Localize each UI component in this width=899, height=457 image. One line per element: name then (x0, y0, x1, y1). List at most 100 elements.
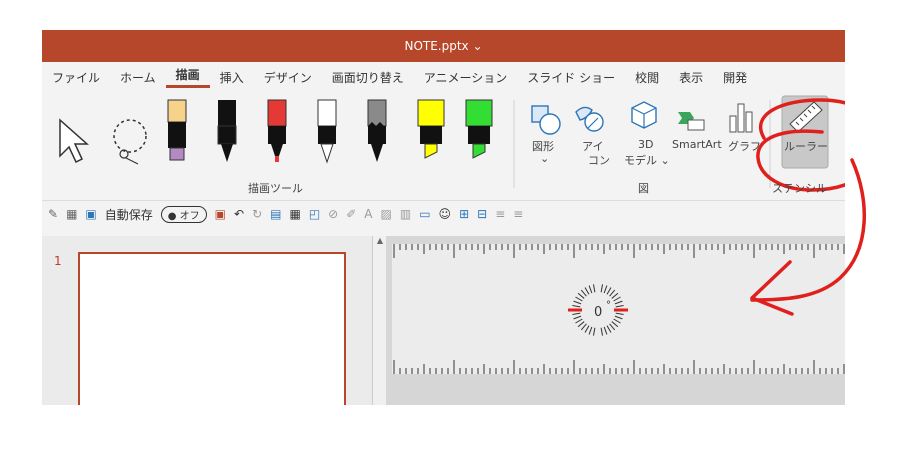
dial-tick (575, 318, 583, 324)
dial-tick (613, 296, 621, 302)
3d-label-2[interactable]: モデル ⌄ (624, 152, 670, 168)
document-title[interactable]: NOTE.pptx ⌄ (404, 39, 482, 53)
dial-tick (603, 326, 608, 335)
stencil-group-label: ステンシル (772, 182, 827, 195)
autosave-label: 自動保存 (104, 207, 153, 222)
dial-tick (584, 325, 590, 333)
dial-tick (609, 289, 616, 297)
dial-tick (577, 321, 585, 328)
highlighter-tan-pen[interactable] (167, 99, 187, 161)
yellow-highlighter[interactable] (417, 99, 445, 159)
icons-insert-icon[interactable] (575, 106, 604, 132)
thumbnail-scrollbar[interactable]: ▲ (372, 236, 387, 405)
autosave-toggle[interactable]: ● オフ (160, 205, 207, 223)
slide-canvas[interactable]: 0 ° (386, 236, 845, 405)
dial-tick (613, 318, 621, 324)
smartart-label: SmartArt (672, 138, 722, 151)
dial-tick (592, 327, 596, 336)
tab-transitions[interactable]: 画面切り替え (322, 69, 414, 86)
tab-review[interactable]: 校閲 (625, 69, 669, 86)
galaxy-pen[interactable] (367, 99, 387, 162)
dial-tick (573, 300, 582, 305)
table-insert-icon[interactable]: ▦ (289, 207, 300, 221)
align-center-icon[interactable]: ≡ (513, 207, 523, 221)
text-color-icon[interactable]: ✐ (346, 207, 356, 221)
screen-icon[interactable]: ▭ (419, 207, 430, 221)
tab-draw[interactable]: 描画 (165, 66, 210, 88)
red-pen[interactable] (267, 99, 287, 162)
lasso-select-icon[interactable] (113, 119, 147, 165)
shape-fill-icon[interactable]: ◰ (309, 207, 320, 221)
duplicate-slide-icon[interactable]: ⊟ (477, 207, 487, 221)
draw-tools-group-label: 描画ツール (248, 182, 303, 195)
slide-number: 1 (54, 254, 62, 268)
dial-tick (588, 285, 593, 294)
tab-slideshow[interactable]: スライド ショー (517, 69, 625, 86)
dial-tick (615, 312, 624, 316)
ribbon-tabs: ファイル ホーム 描画 挿入 デザイン 画面切り替え アニメーション スライド … (42, 62, 845, 92)
dial-tick (614, 300, 623, 305)
dial-tick (580, 289, 587, 297)
picture-icon[interactable]: ▣ (85, 207, 96, 221)
tab-animations[interactable]: アニメーション (414, 69, 518, 86)
dial-tick (603, 285, 608, 294)
autosave-state: オフ (179, 210, 200, 222)
redo-icon[interactable]: ↻ (252, 207, 262, 221)
white-pen[interactable] (317, 99, 337, 164)
tab-home[interactable]: ホーム (110, 69, 166, 86)
3d-label-1: 3D (638, 138, 654, 151)
ruler-label: ルーラー (784, 140, 828, 153)
select-arrow-icon[interactable] (59, 118, 89, 164)
dial-tick (573, 315, 582, 320)
ribbon: 図形 ⌄ アイ コン 3D モデル ⌄ SmartArt グラフ ルーラー 描画… (42, 92, 845, 201)
ruler-tool[interactable]: 0 ° (392, 244, 845, 374)
palette-icon[interactable]: ☺ (439, 207, 452, 221)
tab-design[interactable]: デザイン (254, 69, 322, 86)
work-area: 1 ▲ 0 ° (42, 236, 845, 405)
3d-model-icon[interactable] (631, 101, 657, 129)
format-painter-icon[interactable]: ✎ (48, 207, 58, 221)
dial-tick (609, 323, 616, 331)
scroll-up-icon[interactable]: ▲ (373, 236, 387, 245)
title-bar[interactable]: NOTE.pptx ⌄ (42, 30, 845, 62)
tab-file[interactable]: ファイル (42, 69, 110, 86)
dial-tick (584, 287, 590, 295)
chart-icon[interactable] (729, 103, 753, 133)
font-color-icon[interactable]: A (364, 207, 372, 221)
slide-thumbnail[interactable] (78, 252, 346, 405)
green-highlighter[interactable] (465, 99, 493, 159)
arrange-icon[interactable]: ▥ (400, 207, 411, 221)
quick-access-toolbar: ✎ ▦ ▣ 自動保存 ● オフ ▣ ↶ ↻ ▤ ▦ ◰ ⊘ ✐ A ▨ ▥ ▭ … (42, 200, 845, 228)
dial-tick (606, 325, 612, 333)
slide-thumbnail-pane: 1 (42, 236, 372, 405)
shapes-icon[interactable] (531, 105, 561, 135)
powerpoint-window: NOTE.pptx ⌄ ファイル ホーム 描画 挿入 デザイン 画面切り替え ア… (42, 30, 845, 405)
dial-tick (592, 284, 596, 293)
black-pen[interactable] (217, 100, 237, 162)
textbox-icon[interactable]: ▤ (270, 207, 281, 221)
smartart-icon[interactable] (678, 112, 705, 131)
dial-tick (577, 292, 585, 299)
dial-tick (600, 284, 604, 293)
ruler-angle-text: 0 (594, 305, 602, 320)
dial-tick (600, 327, 604, 336)
dial-tick (615, 304, 624, 308)
image-icon[interactable]: ▨ (381, 207, 392, 221)
undo-icon[interactable]: ↶ (234, 207, 244, 221)
dial-tick (575, 296, 583, 302)
dial-tick (611, 292, 619, 299)
align-left-icon[interactable]: ≡ (495, 207, 505, 221)
tab-view[interactable]: 表示 (669, 69, 713, 86)
shape-outline-icon[interactable]: ⊘ (328, 207, 338, 221)
dial-tick (580, 323, 587, 331)
save-icon[interactable]: ▣ (215, 207, 226, 221)
tab-insert[interactable]: 挿入 (210, 69, 254, 86)
tab-developer[interactable]: 開発 (713, 69, 757, 86)
figures-group-label: 図 (638, 182, 649, 195)
table-icon[interactable]: ▦ (66, 207, 77, 221)
new-slide-icon[interactable]: ⊞ (459, 207, 469, 221)
shapes-dropdown[interactable]: ⌄ (540, 152, 549, 165)
chart-label: グラフ (728, 140, 761, 153)
dial-tick (611, 321, 619, 328)
dial-tick (588, 326, 593, 335)
